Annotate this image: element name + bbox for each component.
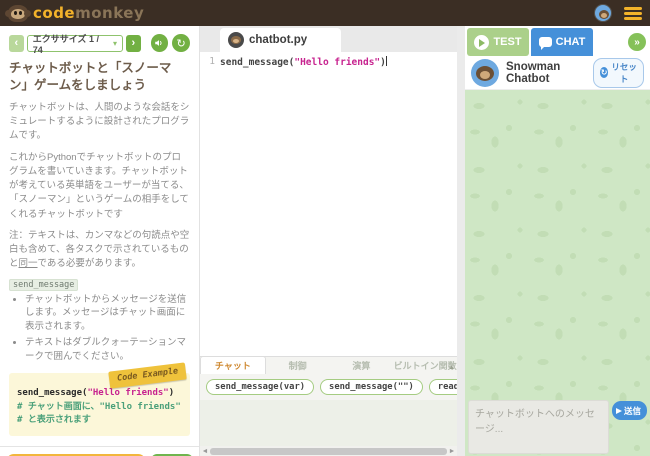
chat-input-area: 送信 bbox=[468, 400, 647, 454]
codemonkey-logo[interactable]: codemonkey bbox=[8, 4, 144, 22]
text-cursor bbox=[386, 56, 387, 66]
audio-button[interactable] bbox=[151, 34, 169, 52]
exercise-label: エクササイズ 1 / 74 bbox=[33, 32, 110, 55]
block-send-message-var[interactable]: send_message(var) bbox=[206, 379, 314, 395]
app-window: codemonkey ‹ エクササイズ 1 / 74 ▾ › bbox=[0, 0, 650, 456]
toolbox-tab-operators[interactable]: 演算 bbox=[330, 357, 394, 374]
instruction-paragraph-2: これからPythonでチャットボットのプログラムを書いていきます。チャットボット… bbox=[9, 151, 190, 222]
scroll-right-icon[interactable]: ► bbox=[447, 448, 457, 455]
scrollbar-thumb[interactable] bbox=[210, 448, 447, 455]
line-number: 1 bbox=[209, 56, 215, 67]
expand-panel-button[interactable]: » bbox=[628, 33, 646, 51]
logo-code: code bbox=[33, 4, 75, 22]
toolbox-tab-chat[interactable]: チャット bbox=[200, 356, 266, 374]
logo-text: codemonkey bbox=[33, 4, 144, 22]
toolbox-tab-control[interactable]: 制御 bbox=[266, 357, 330, 374]
exercise-nav: ‹ エクササイズ 1 / 74 ▾ › ↻ bbox=[9, 34, 190, 52]
chat-message-input[interactable] bbox=[468, 400, 609, 454]
send-icon bbox=[616, 408, 622, 414]
block-row: send_message(var) send_message("") read_… bbox=[200, 374, 457, 400]
monkey-logo-icon bbox=[8, 5, 28, 22]
exercise-selector[interactable]: エクササイズ 1 / 74 ▾ bbox=[27, 35, 123, 52]
code-fn: send_message( bbox=[220, 57, 294, 68]
code-example-box: Code Example send_message("Hello friends… bbox=[9, 373, 190, 436]
file-tab-chatbot-py[interactable]: chatbot.py bbox=[220, 28, 341, 52]
instruction-paragraph-1: チャットボットは、人間のような会話をシミュレートするように設計されたプログラムで… bbox=[9, 101, 190, 144]
test-tab-label: TEST bbox=[493, 36, 521, 48]
editor-vertical-scrollbar[interactable] bbox=[457, 26, 465, 456]
chat-panel: TEST CHAT » Snowman Chatbot ↻ リセット bbox=[465, 26, 650, 456]
chat-panel-tabs: TEST CHAT » bbox=[465, 26, 650, 56]
code-example-ribbon: Code Example bbox=[108, 363, 187, 389]
restart-button[interactable]: ↻ bbox=[172, 34, 190, 52]
prev-exercise-button[interactable]: ‹ bbox=[9, 35, 24, 52]
code-editor-panel: chatbot.py 1 send_message("Hello friends… bbox=[200, 26, 465, 456]
refresh-icon: ↻ bbox=[177, 37, 186, 50]
exercise-title: チャットボットと「スノーマン」ゲームをしましょう bbox=[9, 60, 190, 94]
reset-button[interactable]: ↻ リセット bbox=[593, 58, 644, 88]
file-tab-name: chatbot.py bbox=[249, 34, 307, 46]
toolbox-empty-area bbox=[200, 400, 457, 446]
user-avatar[interactable] bbox=[594, 4, 612, 22]
note-post: である必要があります。 bbox=[38, 258, 141, 269]
send-button[interactable]: 送信 bbox=[612, 401, 647, 420]
api-bullet-2: テキストはダブルクォーテーションマークで囲んでください。 bbox=[25, 336, 190, 364]
bot-name: Snowman Chatbot bbox=[506, 61, 584, 85]
block-toolbox: チャット 制御 演算 ビルトイン関数 ▲ send_message(var) s… bbox=[200, 356, 457, 456]
note-underlined: 同一 bbox=[19, 258, 38, 269]
code-area[interactable]: 1 send_message("Hello friends") bbox=[200, 52, 465, 356]
chat-header: Snowman Chatbot ↻ リセット bbox=[465, 56, 650, 90]
caret-down-icon: ▾ bbox=[113, 39, 117, 48]
example-code-line: send_message("Hello friends") bbox=[17, 387, 182, 401]
speaker-icon bbox=[154, 38, 164, 48]
scroll-left-icon[interactable]: ◄ bbox=[200, 448, 210, 455]
bot-avatar bbox=[471, 59, 499, 87]
example-comment-1: # チャット画面に、"Hello friends" bbox=[17, 401, 182, 415]
toolbox-tabs: チャット 制御 演算 ビルトイン関数 ▲ bbox=[200, 357, 457, 374]
code-line-1[interactable]: send_message("Hello friends") bbox=[220, 56, 387, 356]
tab-chat[interactable]: CHAT bbox=[531, 28, 593, 56]
api-bullet-1: チャットボットからメッセージを送信します。メッセージはチャット画面に表示されます… bbox=[25, 293, 190, 334]
toolbox-collapse-icon[interactable]: ▲ bbox=[448, 364, 455, 371]
line-number-gutter: 1 bbox=[200, 56, 220, 356]
code-string: "Hello friends" bbox=[294, 57, 380, 68]
send-label: 送信 bbox=[624, 405, 641, 417]
block-send-message-string[interactable]: send_message("") bbox=[320, 379, 423, 395]
chat-message-area: 送信 bbox=[465, 90, 650, 456]
example-close: ) bbox=[169, 388, 174, 398]
reset-refresh-icon: ↻ bbox=[600, 67, 608, 78]
monkey-avatar-icon bbox=[228, 32, 244, 48]
api-function-chip: send_message bbox=[9, 279, 78, 291]
instructions-sidebar: ‹ エクササイズ 1 / 74 ▾ › ↻ チャットボットと「スノーマン」ゲーム… bbox=[0, 26, 200, 456]
instruction-note: 注：テキストは、カンマなどの句読点や空白も含めて、各タスクで示されているものと同… bbox=[9, 229, 190, 272]
example-fn: send_message( bbox=[17, 388, 87, 398]
reset-label: リセット bbox=[611, 61, 637, 85]
topbar: codemonkey bbox=[0, 0, 650, 26]
play-icon bbox=[474, 35, 489, 50]
editor-tabbar: chatbot.py bbox=[200, 26, 465, 52]
menu-icon[interactable] bbox=[624, 7, 642, 20]
challenge-row: ★ send_message 関数の引数となっているテキストを"Welcome … bbox=[0, 447, 199, 456]
chat-tab-label: CHAT bbox=[556, 36, 586, 48]
next-exercise-button[interactable]: › bbox=[126, 35, 141, 52]
logo-monkey-word: monkey bbox=[75, 4, 144, 22]
tab-test[interactable]: TEST bbox=[467, 28, 529, 56]
example-string: "Hello friends" bbox=[87, 388, 168, 398]
api-doc-block: send_message チャットボットからメッセージを送信します。メッセージは… bbox=[9, 279, 190, 364]
example-comment-2: # と表示されます bbox=[17, 414, 182, 428]
toolbox-horizontal-scrollbar[interactable]: ◄ ► bbox=[200, 446, 457, 456]
chat-bubble-icon bbox=[539, 37, 552, 47]
